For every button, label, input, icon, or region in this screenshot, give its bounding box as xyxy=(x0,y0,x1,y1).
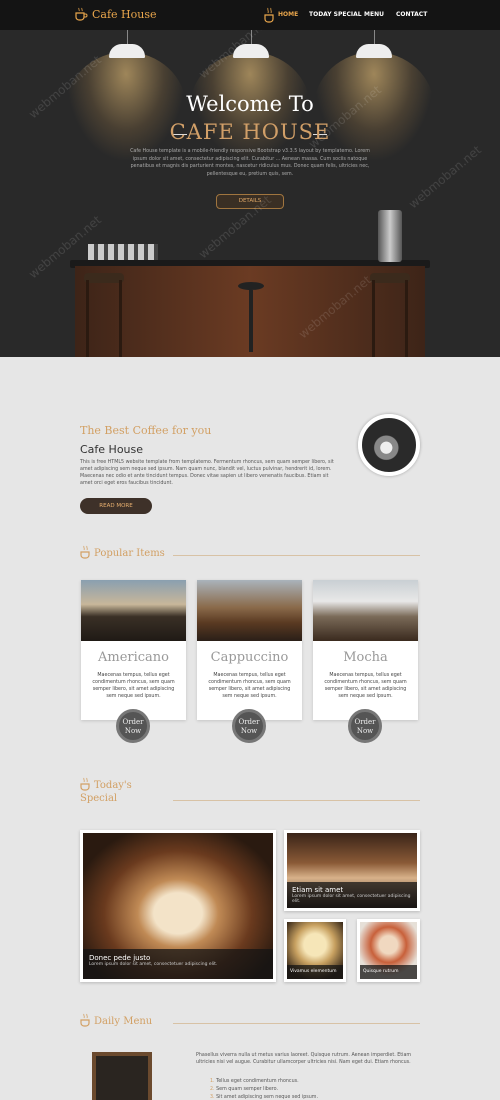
coffee-cup-icon xyxy=(80,777,90,791)
product-image xyxy=(197,580,302,641)
special-small2-title: Quisque rutrum xyxy=(363,969,399,974)
bar-stool-leg xyxy=(86,280,89,357)
order-now-button[interactable]: Order Now xyxy=(232,709,266,743)
special-small-image[interactable]: Vivamus elementum xyxy=(284,919,346,982)
product-name: Mocha xyxy=(343,650,388,665)
nav-link-menu[interactable]: MENU xyxy=(364,11,384,18)
lamp-cord xyxy=(374,30,375,44)
hero-title: Welcome To xyxy=(186,92,314,116)
menu-list-item: 3. Sit amet adipiscing sem neque sed ips… xyxy=(210,1095,318,1100)
hero-subtitle: CAFE HOUSE xyxy=(169,120,331,144)
special-top-image[interactable]: Etiam sit amet Lorem ipsum dolor sit ame… xyxy=(284,830,420,911)
bar-stool-leg xyxy=(119,280,122,357)
brand-logo-text[interactable]: Cafe House xyxy=(92,8,157,21)
product-name: Cappuccino xyxy=(210,650,289,665)
counter-bottles xyxy=(88,244,158,260)
product-description: Maecenas tempus, tellus eget condimentum… xyxy=(208,673,291,699)
special-small-image[interactable]: Quisque rutrum xyxy=(357,919,420,982)
order-now-button[interactable]: Order Now xyxy=(348,709,382,743)
lamp-cord xyxy=(127,30,128,44)
section-divider xyxy=(173,555,420,556)
coffee-cup-icon xyxy=(80,545,90,559)
bar-stool-leg xyxy=(405,280,408,357)
espresso-machine xyxy=(378,210,402,262)
menu-description: Phasellus viverra nulla ut metus varius … xyxy=(196,1053,412,1065)
product-image xyxy=(313,580,418,641)
pendant-lamp xyxy=(233,44,269,58)
coffee-pot-image xyxy=(358,414,420,476)
read-more-button[interactable]: READ MORE xyxy=(80,498,152,514)
special-top-text: Lorem ipsum dolor sit amet, consectetuer… xyxy=(292,894,411,904)
special-caption: Vivamus elementum xyxy=(287,965,343,979)
special-small1-title: Vivamus elementum xyxy=(290,969,337,974)
bar-stool xyxy=(370,273,410,283)
coffee-cup-icon xyxy=(264,7,274,23)
about-text: This is free HTML5 website template from… xyxy=(80,460,334,486)
pendant-lamp xyxy=(109,44,145,58)
about-title: Cafe House xyxy=(80,443,144,456)
product-card-cappuccino: Cappuccino Maecenas tempus, tellus eget … xyxy=(197,580,302,720)
coffee-cup-icon xyxy=(75,7,88,21)
special-caption: Quisque rutrum xyxy=(360,965,417,979)
special-caption: Etiam sit amet Lorem ipsum dolor sit ame… xyxy=(287,882,417,908)
lamp-cord xyxy=(251,30,252,44)
popular-items-heading: Popular Items xyxy=(94,548,165,559)
product-description: Maecenas tempus, tellus eget condimentum… xyxy=(92,673,175,699)
nav-link-home[interactable]: HOME xyxy=(278,11,298,18)
coffee-cup-icon xyxy=(80,1013,90,1027)
special-big-text: Lorem ipsum dolor sit amet, consectetuer… xyxy=(89,962,218,967)
bar-stool-leg xyxy=(249,290,253,352)
bar-stool-leg xyxy=(372,280,375,357)
chalkboard-menu-image xyxy=(92,1052,152,1100)
product-card-mocha: Mocha Maecenas tempus, tellus eget condi… xyxy=(313,580,418,720)
menu-list-item: 1. Tellus eget condimentum rhoncus. xyxy=(210,1079,299,1084)
product-description: Maecenas tempus, tellus eget condimentum… xyxy=(324,673,407,699)
bar-stool xyxy=(84,273,124,283)
special-top-title: Etiam sit amet xyxy=(292,886,344,894)
pendant-lamp xyxy=(356,44,392,58)
daily-menu-heading: Daily Menu xyxy=(94,1016,153,1027)
special-caption: Donec pede justo Lorem ipsum dolor sit a… xyxy=(83,949,273,979)
hero-banner: Welcome To CAFE HOUSE Cafe House templat… xyxy=(0,30,500,357)
nav-link-contact[interactable]: CONTACT xyxy=(396,11,427,18)
bar-stool xyxy=(238,282,264,290)
menu-list-item: 2. Sem quam semper libero. xyxy=(210,1087,279,1092)
special-big-title: Donec pede justo xyxy=(89,954,151,962)
special-big-image[interactable]: Donec pede justo Lorem ipsum dolor sit a… xyxy=(80,830,276,982)
todays-special-heading-line2: Special xyxy=(80,793,118,804)
product-name: Americano xyxy=(97,650,169,665)
nav-link-today-special[interactable]: TODAY SPECIAL xyxy=(309,11,362,18)
about-heading: The Best Coffee for you xyxy=(80,424,212,437)
details-button[interactable]: DETAILS xyxy=(216,194,284,209)
todays-special-heading-line1: Today's xyxy=(94,780,132,791)
product-image xyxy=(81,580,186,641)
menu-list: 1. Tellus eget condimentum rhoncus. 2. S… xyxy=(210,1078,318,1100)
section-divider xyxy=(173,800,420,801)
product-card-americano: Americano Maecenas tempus, tellus eget c… xyxy=(81,580,186,720)
hero-description: Cafe House template is a mobile-friendly… xyxy=(130,149,370,177)
top-nav: Cafe House HOME TODAY SPECIAL MENU CONTA… xyxy=(0,0,500,30)
order-now-button[interactable]: Order Now xyxy=(116,709,150,743)
section-divider xyxy=(173,1023,420,1024)
